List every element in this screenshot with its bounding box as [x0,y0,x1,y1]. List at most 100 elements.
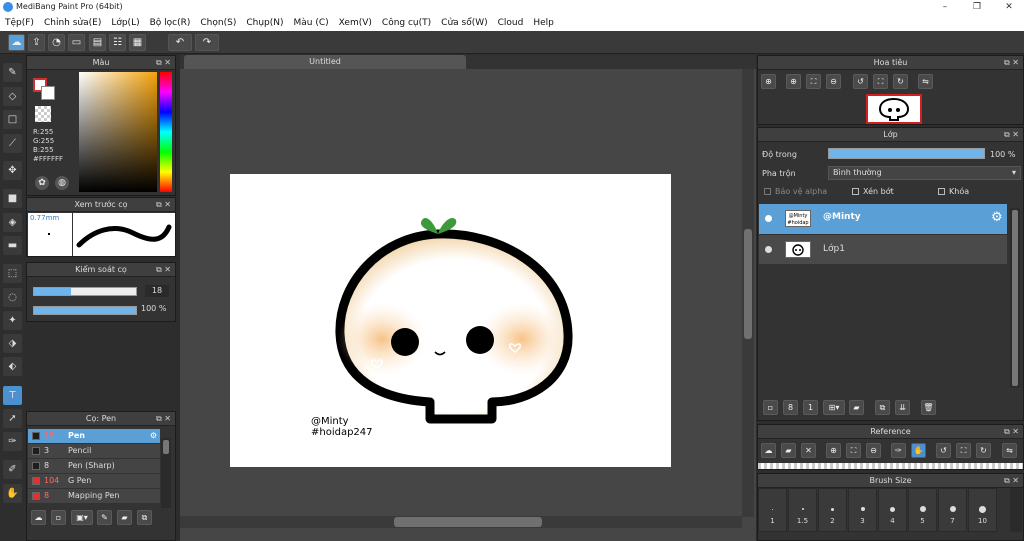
merge-layer-icon[interactable]: ⇊ [895,400,910,415]
background-color-swatch[interactable] [41,86,55,100]
menu-color[interactable]: Màu (C) [289,18,334,28]
grid-icon[interactable]: ▦ [129,34,146,51]
brush-size-option[interactable]: 1 [758,488,787,532]
menu-help[interactable]: Help [528,18,559,28]
palette-icon[interactable]: ◍ [55,176,69,190]
flip-icon[interactable]: ⇋ [1002,443,1017,458]
undo-button[interactable]: ↶ [168,34,192,51]
reset-view-icon[interactable]: ⛶ [873,74,888,89]
select-pen-icon[interactable]: ⬗ [3,334,22,353]
select-rect-icon[interactable]: ⬚ [3,264,22,283]
dot-brush-icon[interactable]: ⟋ [3,134,22,153]
rotate-left-icon[interactable]: ↺ [936,443,951,458]
brush-size-scrollbar[interactable] [1010,488,1022,532]
eyedropper-icon[interactable]: ✑ [891,443,906,458]
checklist-icon[interactable]: ☷ [109,34,126,51]
gradient-icon[interactable]: ▬ [3,236,22,255]
menu-window[interactable]: Cửa sổ(W) [436,18,492,28]
panel-close-icon[interactable]: ⧉ ✕ [156,412,171,426]
edit-brush-icon[interactable]: ✎ [97,510,112,525]
brush-list-item[interactable]: 8 Pen (Sharp) [28,459,160,473]
new-halftone-layer-icon[interactable]: 8 [783,400,798,415]
menu-filter[interactable]: Bộ lọc(R) [145,18,196,28]
maximize-button[interactable]: ❐ [962,0,992,14]
panel-close-icon[interactable]: ⧉ ✕ [1004,474,1019,488]
brush-size-slider[interactable] [33,287,137,296]
layer-folder-icon[interactable]: ▰ [849,400,864,415]
menu-snap[interactable]: Chụp(N) [241,18,288,28]
menu-tools[interactable]: Công cụ(T) [377,18,436,28]
transparent-color-swatch[interactable] [35,106,51,122]
panel-close-icon[interactable]: ⧉ ✕ [1004,128,1019,142]
document-icon[interactable]: ▤ [89,34,106,51]
bucket-icon[interactable]: ◈ [3,213,22,232]
brush-size-value[interactable]: 18 [145,285,169,297]
open-folder-icon[interactable]: ▰ [781,443,796,458]
fill-rect-icon[interactable]: ■ [3,189,22,208]
zoom-in-icon[interactable]: ⊕ [761,74,776,89]
add-brush-icon[interactable]: ▣▾ [71,510,93,525]
operation-tool-icon[interactable]: ➚ [3,409,22,428]
duplicate-icon[interactable]: ⧉ [137,510,152,525]
canvas-horizontal-scrollbar[interactable] [180,516,742,528]
brush-tool-icon[interactable]: ✎ [3,63,22,82]
menu-file[interactable]: Tệp(F) [0,18,39,28]
layer-row-layer1[interactable]: Lớp1 [759,234,1007,264]
fit-screen-icon[interactable]: ⛶ [806,74,821,89]
rotate-left-icon[interactable]: ↺ [853,74,868,89]
brush-size-option[interactable]: 5 [908,488,937,532]
navigator-thumbnail[interactable] [866,94,922,124]
cloud-brush-icon[interactable]: ☁ [31,510,46,525]
panel-close-icon[interactable]: ⧉ ✕ [1004,425,1019,439]
document-canvas[interactable]: @Minty #hoidap247 [230,174,671,467]
add-layer-menu-icon[interactable]: ⊞▾ [823,400,845,415]
brush-opacity-slider[interactable] [33,306,137,315]
magic-wand-icon[interactable]: ✦ [3,311,22,330]
brush-size-option[interactable]: 7 [938,488,967,532]
clipping-checkbox[interactable]: Xén bớt [852,187,894,196]
gear-icon[interactable]: ⚙ [991,210,1003,225]
cloud-icon[interactable]: ☁ [8,34,25,51]
brush-list-item[interactable]: 18 Pen ⚙ [28,429,160,443]
close-button[interactable]: ✕ [994,0,1024,14]
blend-mode-select[interactable]: Bình thường ▾ [828,166,1021,180]
cloud-icon[interactable]: ☁ [761,443,776,458]
reset-view-icon[interactable]: ⛶ [956,443,971,458]
hand-tool-icon[interactable]: ✋ [3,484,22,503]
hue-slider[interactable] [160,72,172,192]
select-eraser-icon[interactable]: ⬖ [3,357,22,376]
panel-close-icon[interactable]: ⧉ ✕ [156,263,171,277]
pen-icon[interactable]: ✐ [3,460,22,479]
layer-opacity-slider[interactable] [828,148,985,159]
shape-tool-icon[interactable]: □ [3,110,22,129]
layer-row-minty[interactable]: @Minty #hoidap @Minty ⚙ [759,204,1007,234]
visibility-icon[interactable] [765,246,772,253]
eyedropper-icon[interactable]: ✑ [3,432,22,451]
minimize-button[interactable]: – [930,0,960,14]
brush-list-item[interactable]: 104 G Pen [28,474,160,488]
folder-icon[interactable]: ▰ [117,510,132,525]
comment-icon[interactable]: ◔ [48,34,65,51]
saturation-value-picker[interactable] [79,72,157,192]
new-brush-icon[interactable]: ▫ [51,510,66,525]
menu-cloud[interactable]: Cloud [493,18,529,28]
lasso-icon[interactable]: ◌ [3,288,22,307]
menu-view[interactable]: Xem(V) [334,18,377,28]
delete-layer-icon[interactable]: 🗑 [921,400,936,415]
redo-button[interactable]: ↷ [195,34,219,51]
zoom-out-icon[interactable]: ⊖ [866,443,881,458]
visibility-icon[interactable] [765,215,772,222]
move-tool-icon[interactable]: ✥ [3,161,22,180]
eraser-tool-icon[interactable]: ◇ [3,87,22,106]
new-1bit-layer-icon[interactable]: 1 [803,400,818,415]
hand-icon[interactable]: ✋ [911,443,926,458]
zoom-out-icon[interactable]: ⊖ [826,74,841,89]
brush-size-option[interactable]: 4 [878,488,907,532]
flip-icon[interactable]: ⇋ [918,74,933,89]
upload-icon[interactable]: ⇪ [28,34,45,51]
brush-size-option[interactable]: 10 [968,488,997,532]
brush-list-item[interactable]: 8 Mapping Pen [28,489,160,503]
reference-image-area[interactable] [758,463,1023,469]
brush-list-item[interactable]: 3 Pencil [28,444,160,458]
color-wheel-icon[interactable]: ✿ [35,176,49,190]
